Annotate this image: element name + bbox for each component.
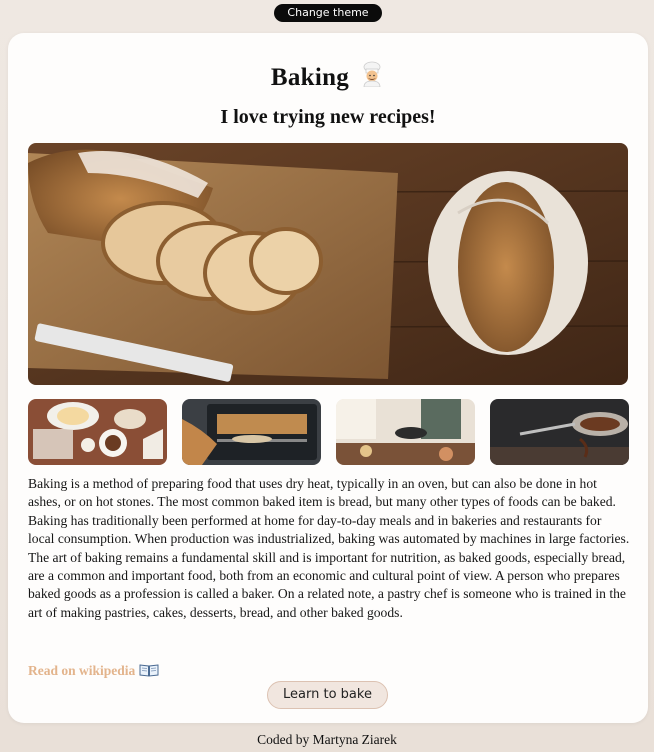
thumbnail-kitchen-cooking: [336, 399, 475, 465]
thumbnail-baking-ingredients: [28, 399, 167, 465]
thumbnail-oven-baking: [182, 399, 321, 465]
hero-image: [28, 143, 628, 385]
wikipedia-link-label: Read on wikipedia: [28, 663, 136, 678]
thumbnail-chocolate-whisk: [490, 399, 629, 465]
wikipedia-link[interactable]: Read on wikipedia: [28, 663, 159, 681]
footer-credit: Coded by Martyna Ziarek: [257, 732, 397, 747]
open-book-icon: [139, 663, 159, 681]
page-subtitle: I love trying new recipes!: [220, 106, 436, 128]
change-theme-button[interactable]: Change theme: [274, 4, 382, 22]
chef-icon: [359, 61, 385, 94]
description-paragraph: Baking is a method of preparing food tha…: [28, 476, 630, 620]
thumbnail-gallery: [28, 399, 629, 465]
learn-to-bake-button[interactable]: Learn to bake: [267, 681, 388, 709]
content-card: Baking I love trying new recipes! Baking…: [8, 33, 648, 723]
page-title: Baking: [8, 61, 648, 94]
page-title-text: Baking: [270, 64, 350, 91]
